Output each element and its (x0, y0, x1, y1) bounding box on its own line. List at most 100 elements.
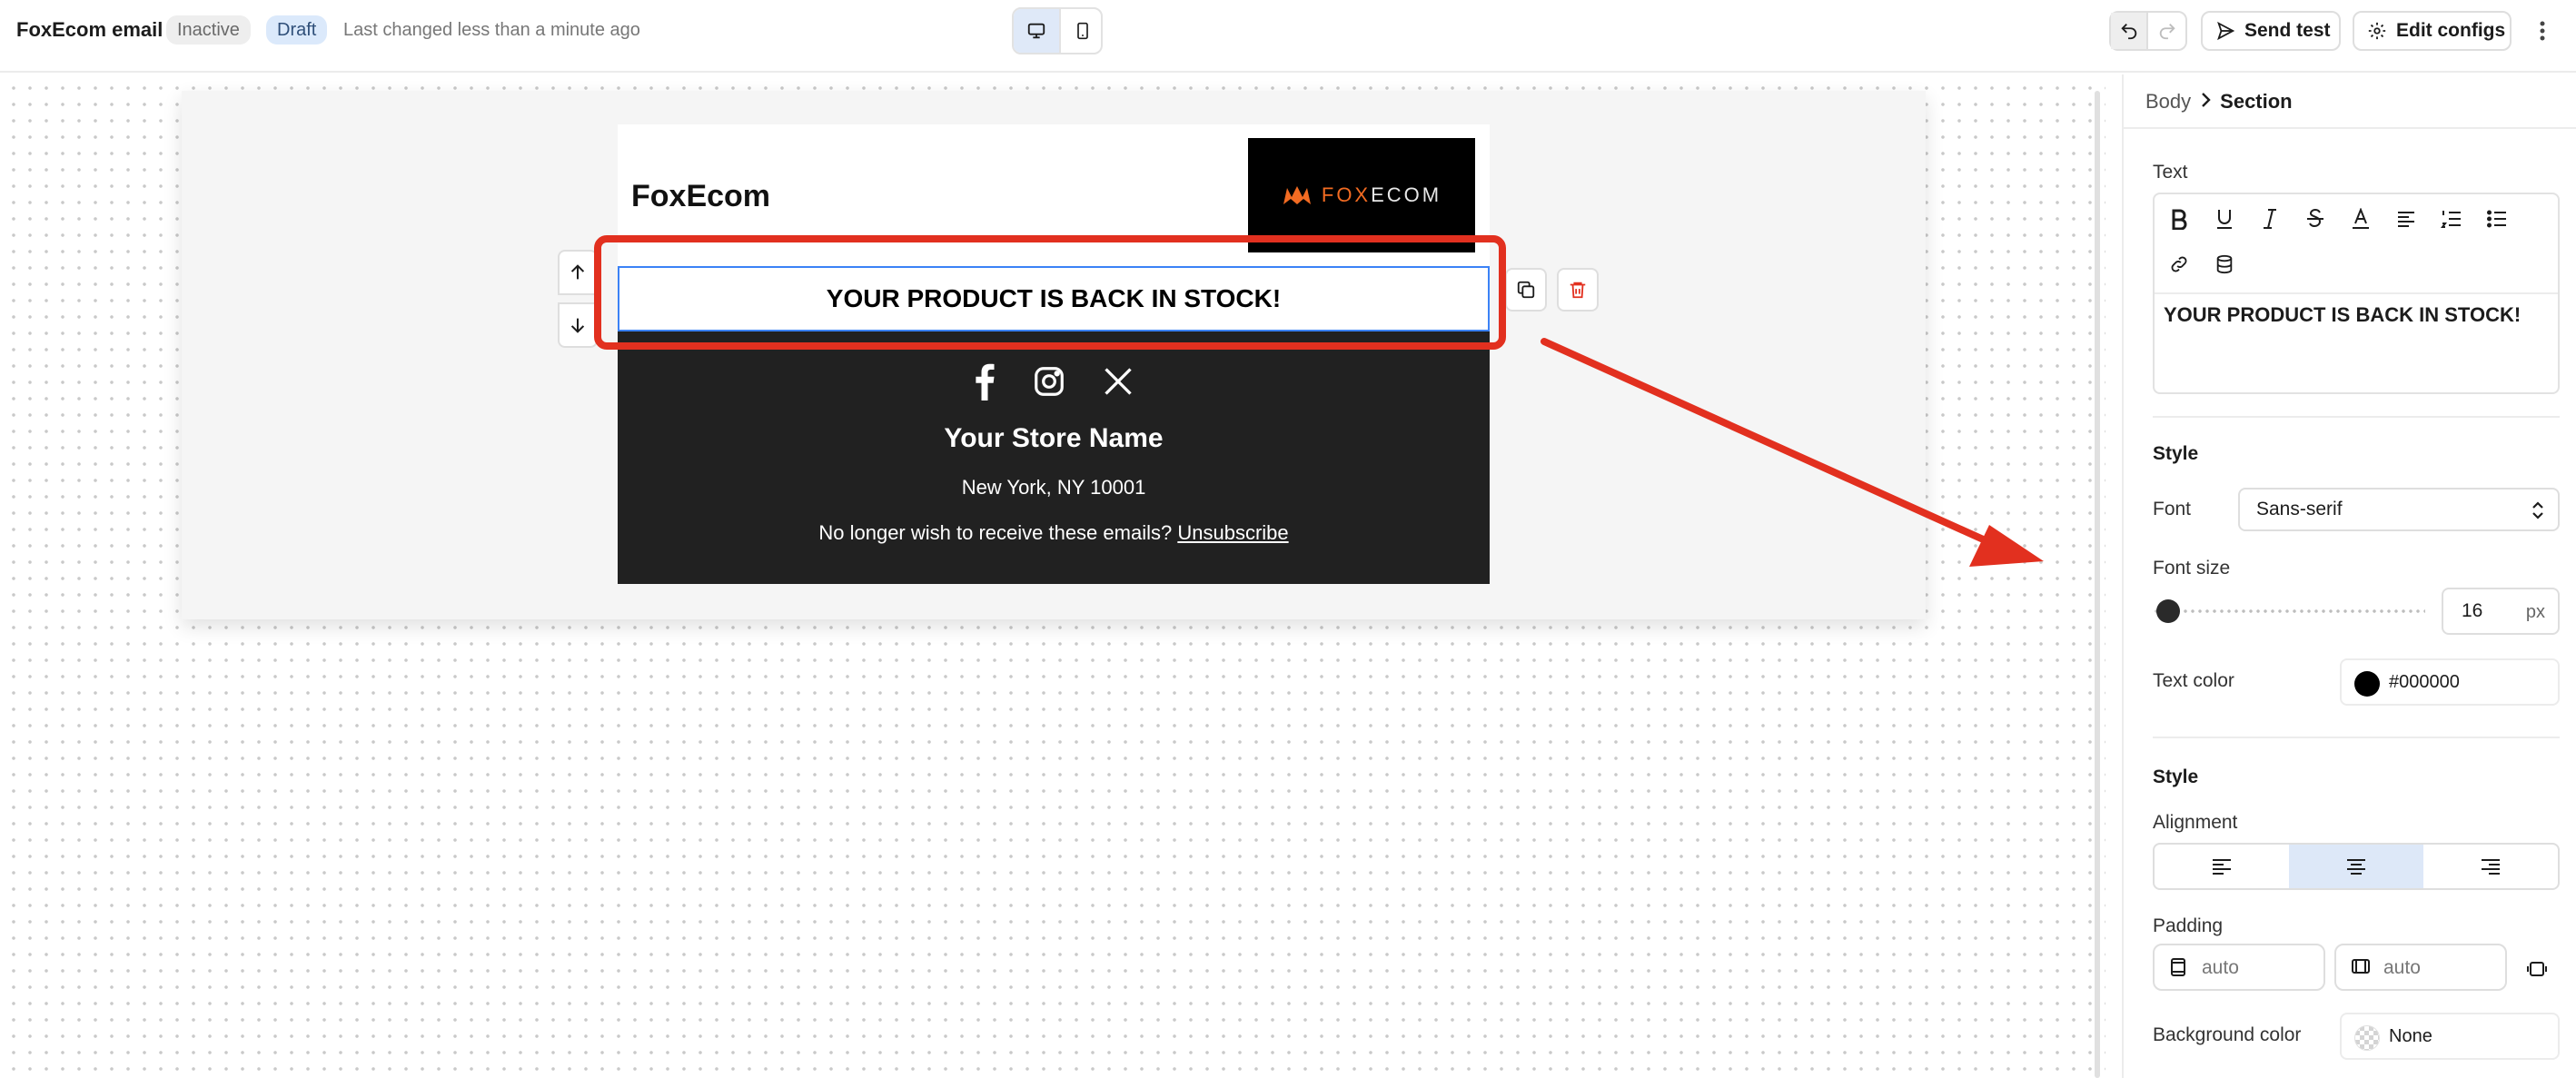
padding-label: Padding (2153, 915, 2224, 936)
font-select-value: Sans-serif (2256, 499, 2343, 519)
canvas-scrollbar[interactable] (2095, 91, 2100, 1078)
send-icon (2217, 21, 2235, 41)
align-left-icon (2213, 859, 2231, 875)
padding-individual-icon (2527, 962, 2547, 976)
padding-horizontal-icon (2352, 959, 2370, 974)
rich-text-editor: YOUR PRODUCT IS BACK IN STOCK! (2153, 193, 2560, 394)
font-label: Font (2153, 499, 2192, 519)
bold-icon (2172, 209, 2187, 230)
text-color-icon (2353, 208, 2369, 229)
padding-vertical-value: auto (2202, 957, 2239, 978)
send-test-button[interactable]: Send test (2201, 11, 2341, 51)
send-test-label: Send test (2244, 20, 2331, 41)
mobile-icon (1077, 22, 1088, 40)
redo-button[interactable] (2148, 13, 2185, 49)
background-color-label: Background color (2153, 1024, 2302, 1045)
edit-configs-button[interactable]: Edit configs (2353, 11, 2512, 51)
padding-horizontal-input[interactable]: auto (2334, 944, 2507, 991)
undo-icon (2120, 24, 2136, 40)
font-select[interactable]: Sans-serif (2238, 488, 2560, 531)
instagram-icon[interactable] (1032, 364, 1066, 399)
breadcrumb: Body Section (2145, 87, 2293, 116)
unsubscribe-prompt: No longer wish to receive these emails? (818, 521, 1173, 544)
align-center-icon (2347, 859, 2365, 875)
underline-button[interactable] (2202, 196, 2247, 242)
mobile-view-button[interactable] (1059, 9, 1101, 53)
merge-tag-button[interactable] (2202, 242, 2247, 287)
strikethrough-icon (2307, 208, 2323, 228)
breadcrumb-section: Section (2220, 90, 2293, 113)
font-size-input[interactable]: 16 px (2442, 588, 2560, 635)
underline-icon (2217, 210, 2232, 229)
desktop-icon (1027, 23, 1045, 39)
strikethrough-button[interactable] (2293, 196, 2338, 242)
style-heading: Style (2153, 443, 2199, 464)
delete-section-button[interactable] (1557, 268, 1599, 312)
text-color-value: #000000 (2389, 672, 2460, 692)
footer-unsubscribe-line: No longer wish to receive these emails? … (618, 521, 1490, 545)
move-up-button[interactable] (558, 250, 598, 295)
copy-icon (1517, 281, 1535, 299)
headline-section[interactable]: YOUR PRODUCT IS BACK IN STOCK! (618, 266, 1490, 331)
font-size-slider-thumb[interactable] (2156, 599, 2180, 623)
align-left-button[interactable] (2155, 845, 2289, 888)
footer-store-name: Your Store Name (944, 423, 1164, 453)
background-color-swatch (2354, 1025, 2380, 1051)
editor-toolbar-row-2 (2156, 242, 2247, 287)
align-center-button[interactable] (2289, 845, 2423, 888)
align-right-button[interactable] (2423, 845, 2558, 888)
more-options-button[interactable] (2529, 13, 2556, 49)
chevron-updown-icon (2532, 501, 2543, 519)
padding-vertical-icon (2171, 958, 2185, 976)
breadcrumb-body[interactable]: Body (2145, 90, 2191, 114)
database-icon (2216, 254, 2233, 274)
x-icon[interactable] (1101, 365, 1135, 398)
font-size-value: 16 (2462, 600, 2483, 621)
font-size-label: Font size (2153, 558, 2231, 579)
ordered-list-icon (2441, 211, 2461, 228)
text-color-picker[interactable]: #000000 (2340, 658, 2560, 706)
align-right-icon (2482, 859, 2500, 875)
text-color-button[interactable] (2338, 196, 2383, 242)
style-heading: Style (2153, 766, 2199, 787)
unsubscribe-link[interactable]: Unsubscribe (1177, 521, 1288, 544)
redo-icon (2159, 24, 2175, 40)
align-icon (2398, 212, 2414, 227)
properties-panel: Body Section Text YOUR PRODUCT IS BACK I… (2122, 74, 2576, 1078)
brand-name: FoxEcom (631, 179, 771, 213)
font-size-slider-track[interactable] (2153, 609, 2425, 613)
undo-button[interactable] (2111, 13, 2148, 49)
bullet-list-button[interactable] (2474, 196, 2520, 242)
gear-icon (2368, 22, 2386, 40)
undo-redo-group (2109, 11, 2187, 51)
italic-icon (2264, 209, 2276, 229)
alignment-group (2153, 843, 2560, 890)
align-button[interactable] (2383, 196, 2429, 242)
editor-divider (2155, 292, 2558, 294)
status-badge-inactive: Inactive (166, 15, 251, 45)
brand-logo[interactable]: FOXECOM (1248, 138, 1475, 252)
bullet-list-icon (2487, 210, 2506, 228)
device-toggle (1012, 7, 1103, 54)
email-title: FoxEcom email (16, 18, 163, 41)
last-changed-text: Last changed less than a minute ago (343, 20, 640, 40)
italic-button[interactable] (2247, 196, 2293, 242)
duplicate-section-button[interactable] (1505, 268, 1547, 312)
alignment-label: Alignment (2153, 812, 2238, 833)
bold-button[interactable] (2156, 196, 2202, 242)
facebook-icon[interactable] (972, 362, 997, 401)
trash-icon (1570, 282, 1586, 299)
edit-configs-label: Edit configs (2396, 20, 2506, 41)
background-color-value: None (2389, 1026, 2432, 1046)
editor-text-content[interactable]: YOUR PRODUCT IS BACK IN STOCK! (2164, 303, 2521, 327)
move-down-button[interactable] (558, 302, 598, 348)
desktop-view-button[interactable] (1014, 9, 1059, 53)
font-size-unit: px (2525, 602, 2545, 622)
padding-vertical-input[interactable]: auto (2153, 944, 2325, 991)
top-bar: FoxEcom email Inactive Draft Last change… (0, 0, 2576, 73)
link-button[interactable] (2156, 242, 2202, 287)
ordered-list-button[interactable] (2429, 196, 2474, 242)
padding-individual-toggle[interactable] (2523, 955, 2551, 983)
link-icon (2171, 256, 2187, 272)
background-color-picker[interactable]: None (2340, 1013, 2560, 1060)
